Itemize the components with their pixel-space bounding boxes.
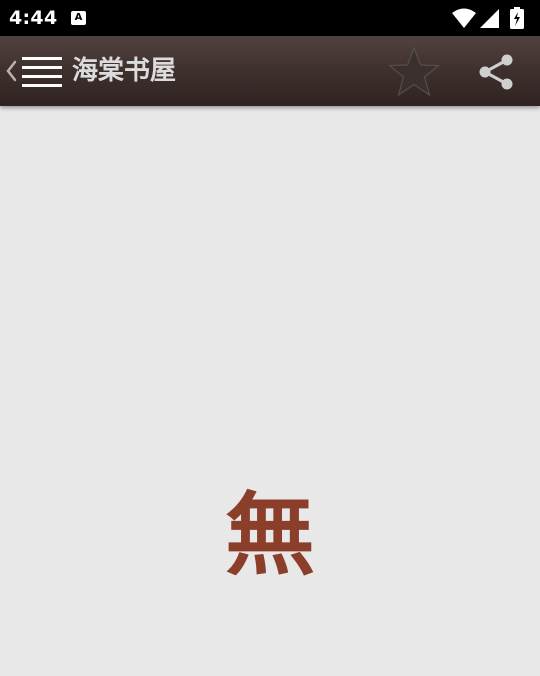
menu-icon[interactable]	[22, 57, 62, 87]
star-icon[interactable]	[388, 46, 440, 98]
share-icon[interactable]	[477, 53, 515, 91]
content-area: 無	[0, 106, 540, 676]
battery-charging-icon	[510, 7, 524, 29]
status-icons	[452, 7, 532, 29]
status-bar: 4:44 A	[0, 0, 540, 36]
empty-state-glyph: 無	[225, 483, 315, 588]
app-toolbar: 海棠书屋	[0, 36, 540, 106]
wifi-icon	[452, 8, 476, 28]
cell-signal-icon	[480, 9, 499, 28]
notification-a-icon: A	[71, 11, 86, 25]
back-chevron-icon[interactable]	[4, 56, 18, 86]
status-time: 4:44	[9, 7, 58, 29]
app-title: 海棠书屋	[72, 56, 177, 86]
